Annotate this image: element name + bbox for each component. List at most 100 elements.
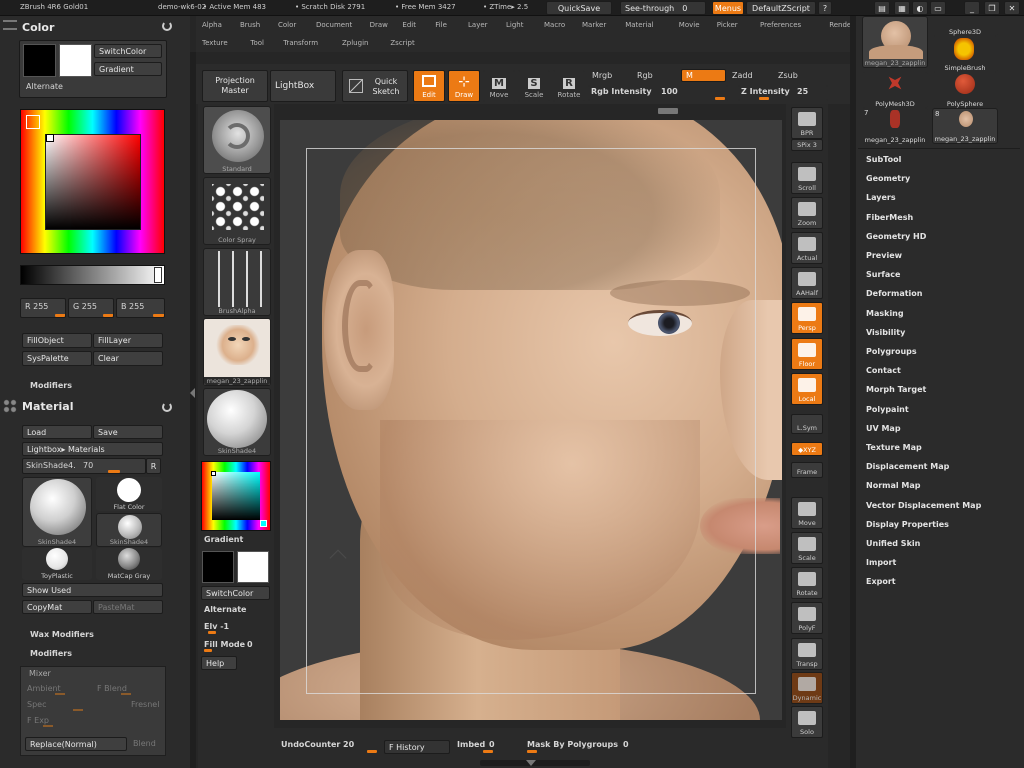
saturation-marker[interactable] <box>46 134 54 142</box>
palette-icon[interactable]: ▦ <box>894 1 910 15</box>
material-panel-refresh-icon[interactable] <box>162 402 172 412</box>
material-matcap-gray[interactable]: MatCap Gray <box>96 548 162 580</box>
default-zscript-button[interactable]: DefaultZScript <box>746 1 816 15</box>
aahalf-button[interactable]: AAHalf <box>791 267 823 299</box>
mini-secondary-swatch[interactable] <box>237 551 269 583</box>
skinshade-slider[interactable]: SkinShade4. 70 <box>22 458 146 474</box>
material-modifiers-label[interactable]: Modifiers <box>30 649 72 658</box>
rgb-intensity-slider[interactable]: Rgb Intensity 100 <box>588 85 728 101</box>
tool-thumb-subtool-7[interactable]: 7 megan_23_zapplin <box>862 108 928 144</box>
minimize-icon[interactable]: _ <box>964 1 980 15</box>
tool-thumb-current[interactable]: megan_23_zapplin <box>862 16 928 68</box>
mixer-label[interactable]: Mixer <box>29 669 51 678</box>
blend-label[interactable]: Blend <box>133 739 156 748</box>
hue-marker[interactable] <box>26 115 40 129</box>
fillobject-button[interactable]: FillObject <box>22 333 92 348</box>
subpalette-geometry[interactable]: Geometry <box>866 174 910 183</box>
material-preview-large[interactable]: SkinShade4 <box>22 477 92 547</box>
copymat-button[interactable]: CopyMat <box>22 600 92 614</box>
elv-slider[interactable]: Elv -1 <box>201 620 270 635</box>
subpalette-subtool[interactable]: SubTool <box>866 155 901 164</box>
color-modifiers-label[interactable]: Modifiers <box>30 381 72 390</box>
mini-color-inner[interactable] <box>212 472 260 520</box>
menu-zplugin[interactable]: Zplugin <box>342 39 368 47</box>
mixer-spec-slider[interactable]: Spec <box>27 700 46 709</box>
color-picker-inner-square[interactable] <box>45 134 141 230</box>
spix-3-button[interactable]: SPix 3 <box>791 139 823 151</box>
primary-color-swatch[interactable] <box>23 44 56 77</box>
l-sym-button[interactable]: L.Sym <box>791 414 823 434</box>
tool-thumb-sphere3d[interactable]: Sphere3D <box>932 16 998 36</box>
tool-thumb-polysphere[interactable]: PolySphere <box>932 72 998 108</box>
transp-button[interactable]: Transp <box>791 638 823 670</box>
subpalette-import[interactable]: Import <box>866 558 896 567</box>
mini-alternate-toggle[interactable]: Alternate <box>204 605 246 614</box>
rgb-button[interactable]: Rgb <box>637 71 653 80</box>
wax-modifiers-label[interactable]: Wax Modifiers <box>30 630 94 639</box>
mixer-knob-2[interactable] <box>121 693 131 695</box>
menu-file[interactable]: File <box>435 21 447 29</box>
tray-grip-icon[interactable] <box>3 20 17 30</box>
subpalette-export[interactable]: Export <box>866 577 896 586</box>
switchcolor-button[interactable]: SwitchColor <box>94 44 162 58</box>
projection-master-button[interactable]: Projection Master <box>202 70 268 102</box>
draw-button[interactable]: ⊹ Draw <box>448 70 480 102</box>
menu-marker[interactable]: Marker <box>582 21 606 29</box>
gradient-button[interactable]: Gradient <box>94 62 162 76</box>
material-slot[interactable]: SkinShade4 <box>203 388 271 456</box>
show-used-button[interactable]: Show Used <box>22 583 163 597</box>
mini-color-corner[interactable] <box>260 520 267 527</box>
menu-brush[interactable]: Brush <box>240 21 260 29</box>
material-toyplastic[interactable]: ToyPlastic <box>22 548 92 580</box>
lock-icon[interactable]: ▭ <box>930 1 946 15</box>
xyz-button[interactable]: ◆XYZ <box>791 442 823 456</box>
undo-counter-slider[interactable]: UndoCounter 20 <box>278 738 378 754</box>
mrgb-button[interactable]: Mrgb <box>592 71 612 80</box>
mixer-fexp-slider[interactable]: F Exp <box>27 716 49 725</box>
menu-document[interactable]: Document <box>316 21 352 29</box>
lightbox-materials-button[interactable]: Lightbox▸ Materials <box>22 442 163 456</box>
alternate-label[interactable]: Alternate <box>26 82 63 91</box>
menu-alpha[interactable]: Alpha <box>202 21 222 29</box>
mini-primary-swatch[interactable] <box>202 551 234 583</box>
subpalette-normal-map[interactable]: Normal Map <box>866 481 920 490</box>
scale-button[interactable]: S Scale <box>518 70 550 102</box>
tool-thumb-subtool-8[interactable]: 8 megan_23_zapplin <box>932 108 998 144</box>
menu-material[interactable]: Material <box>625 21 653 29</box>
restore-icon[interactable]: ❐ <box>984 1 1000 15</box>
mixer-knob-1[interactable] <box>55 693 65 695</box>
material-load-button[interactable]: Load <box>22 425 92 439</box>
red-slider[interactable]: R 255 <box>20 298 66 318</box>
lightbox-button[interactable]: LightBox <box>270 70 336 102</box>
mask-by-polygroups-slider[interactable]: Mask By Polygroups 0 <box>524 738 664 754</box>
tool-thumb-simplebrush[interactable]: SimpleBrush <box>932 36 998 72</box>
texture-slot[interactable]: megan_23_zapplin <box>203 318 271 386</box>
filllayer-button[interactable]: FillLayer <box>93 333 163 348</box>
menu-draw[interactable]: Draw <box>370 21 388 29</box>
material-save-button[interactable]: Save <box>93 425 163 439</box>
mini-color-picker[interactable] <box>201 461 271 531</box>
subpalette-unified-skin[interactable]: Unified Skin <box>866 539 920 548</box>
skinshade-reset-button[interactable]: R <box>146 458 161 474</box>
subpalette-fibermesh[interactable]: FiberMesh <box>866 213 913 222</box>
pastemat-button[interactable]: PasteMat <box>93 600 163 614</box>
see-through-slider[interactable]: See-through 0 <box>620 1 706 15</box>
mini-switchcolor-button[interactable]: SwitchColor <box>201 586 270 600</box>
subpalette-preview[interactable]: Preview <box>866 251 902 260</box>
brush-alpha[interactable]: BrushAlpha <box>203 248 271 316</box>
color-panel-refresh-icon[interactable] <box>162 21 172 31</box>
syspalette-button[interactable]: SysPalette <box>22 351 92 366</box>
material-dots-icon[interactable] <box>3 399 17 413</box>
menu-tool[interactable]: Tool <box>250 39 264 47</box>
subpalette-polygroups[interactable]: Polygroups <box>866 347 917 356</box>
menu-light[interactable]: Light <box>506 21 523 29</box>
zoom-button[interactable]: Zoom <box>791 197 823 229</box>
left-tray-arrow-icon[interactable] <box>190 388 195 398</box>
subpalette-displacement-map[interactable]: Displacement Map <box>866 462 949 471</box>
menu-color[interactable]: Color <box>278 21 296 29</box>
mini-color-marker[interactable] <box>211 471 216 476</box>
move-button[interactable]: M Move <box>483 70 515 102</box>
scroll-button[interactable]: Scroll <box>791 162 823 194</box>
bpr-button[interactable]: BPR <box>791 107 823 139</box>
blue-slider[interactable]: B 255 <box>116 298 165 318</box>
